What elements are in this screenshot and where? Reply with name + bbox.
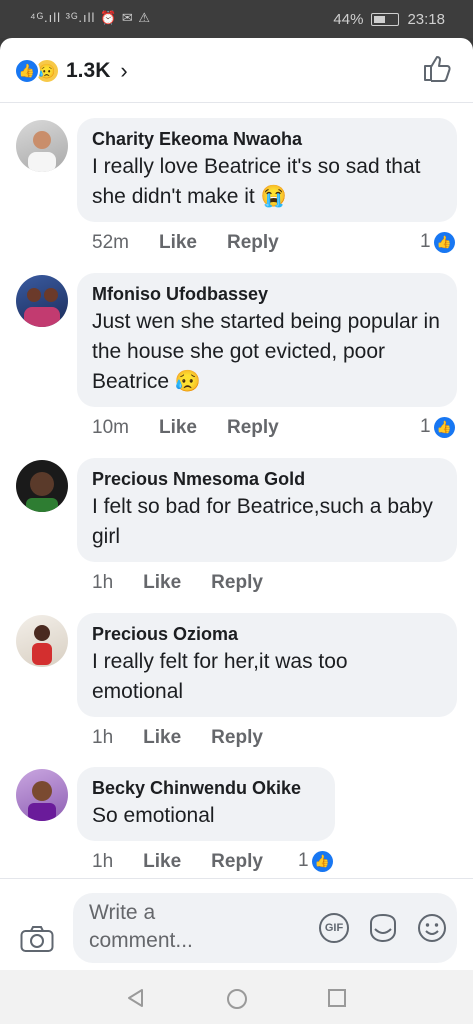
comment-bubble[interactable]: Mfoniso Ufodbassey Just wen she started … — [77, 273, 457, 407]
comment-author[interactable]: Mfoniso Ufodbassey — [92, 283, 441, 305]
reactions-header: 👍 😥 1.3K › — [0, 38, 473, 103]
avatar[interactable] — [16, 120, 68, 172]
like-reaction-icon: 👍 — [433, 231, 455, 253]
reply-button[interactable]: Reply — [227, 417, 279, 439]
like-reaction-icon: 👍 — [433, 416, 455, 438]
avatar[interactable] — [16, 460, 68, 512]
comment-input[interactable]: Write a comment... GIF — [73, 893, 457, 963]
comment-actions: 1h Like Reply — [92, 851, 263, 873]
like-button[interactable]: Like — [159, 417, 197, 439]
comment-placeholder: Write a comment... — [89, 901, 193, 952]
comment-composer: Write a comment... GIF — [0, 878, 473, 971]
reply-button[interactable]: Reply — [211, 727, 263, 749]
like-button[interactable]: Like — [143, 727, 181, 749]
like-count: 1 — [298, 850, 309, 871]
like-reaction-icon: 👍 — [14, 58, 40, 84]
comment-time: 52m — [92, 232, 129, 253]
home-icon[interactable] — [226, 988, 248, 1010]
comment-time: 1h — [92, 851, 114, 872]
comment-author[interactable]: Precious Nmesoma Gold — [92, 468, 441, 490]
comment-bubble[interactable]: Precious Nmesoma Gold I felt so bad for … — [77, 458, 457, 562]
comment-author[interactable]: Becky Chinwendu Okike — [92, 777, 319, 799]
comment-bubble[interactable]: Becky Chinwendu Okike So emotional — [77, 767, 335, 841]
comment-bubble[interactable]: Precious Ozioma I really felt for her,it… — [77, 613, 457, 717]
reply-button[interactable]: Reply — [227, 232, 279, 254]
comment-text: I really felt for her,it was too emotion… — [92, 650, 348, 703]
thumbs-up-icon[interactable] — [421, 52, 453, 84]
like-button[interactable]: Like — [143, 851, 181, 873]
comment-time: 1h — [92, 727, 114, 748]
status-right: 44% 23:18 — [333, 11, 445, 28]
comment-text: So emotional — [92, 804, 215, 827]
comment-time: 10m — [92, 417, 129, 438]
sticker-icon[interactable] — [367, 913, 399, 943]
comment-actions: 1h Like Reply — [92, 572, 263, 594]
like-button[interactable]: Like — [159, 232, 197, 254]
reply-button[interactable]: Reply — [211, 851, 263, 873]
system-nav-bar — [0, 970, 473, 1024]
like-reaction-icon: 👍 — [311, 850, 333, 872]
comments-sheet: 👍 😥 1.3K › Charity Ekeoma Nwaoha I reall… — [0, 38, 473, 971]
comment-time: 1h — [92, 572, 114, 593]
chevron-right-icon: › — [120, 58, 128, 83]
like-count: 1 — [420, 416, 431, 437]
comment-actions: 10m Like Reply — [92, 417, 279, 439]
comment-bubble[interactable]: Charity Ekeoma Nwaoha I really love Beat… — [77, 118, 457, 222]
comment-like-count[interactable]: 1 👍 — [298, 850, 333, 872]
comment-text: I really love Beatrice it's so sad that … — [92, 155, 421, 208]
back-icon[interactable] — [126, 988, 146, 1008]
comment-author[interactable]: Charity Ekeoma Nwaoha — [92, 128, 441, 150]
reactions-summary[interactable]: 👍 😥 1.3K › — [14, 58, 128, 84]
comment-actions: 52m Like Reply — [92, 232, 279, 254]
gif-icon[interactable]: GIF — [319, 913, 349, 943]
emoji-icon[interactable] — [417, 913, 447, 943]
battery-percent: 44% — [333, 11, 364, 28]
avatar[interactable] — [16, 615, 68, 667]
comment-like-count[interactable]: 1 👍 — [420, 416, 455, 438]
composer-icons: GIF — [319, 913, 447, 943]
recents-icon[interactable] — [327, 988, 347, 1008]
avatar[interactable] — [16, 769, 68, 821]
comment-author[interactable]: Precious Ozioma — [92, 623, 441, 645]
reply-button[interactable]: Reply — [211, 572, 263, 594]
comment-text: Just wen she started being popular in th… — [92, 310, 440, 393]
status-bar: ⁴ᴳ.ıll ³ᴳ.ıll ⏰ ✉ ⚠ 44% 23:18 — [0, 0, 473, 38]
like-count: 1 — [420, 231, 431, 252]
signal-indicators: ⁴ᴳ.ıll ³ᴳ.ıll ⏰ ✉ ⚠ — [30, 10, 151, 25]
battery-icon — [371, 13, 400, 26]
comment-like-count[interactable]: 1 👍 — [420, 231, 455, 253]
comment-actions: 1h Like Reply — [92, 727, 263, 749]
clock: 23:18 — [407, 11, 445, 28]
like-button[interactable]: Like — [143, 572, 181, 594]
avatar[interactable] — [16, 275, 68, 327]
comment-text: I felt so bad for Beatrice,such a baby g… — [92, 495, 433, 548]
camera-icon[interactable] — [20, 925, 54, 953]
reaction-count: 1.3K — [66, 59, 111, 82]
